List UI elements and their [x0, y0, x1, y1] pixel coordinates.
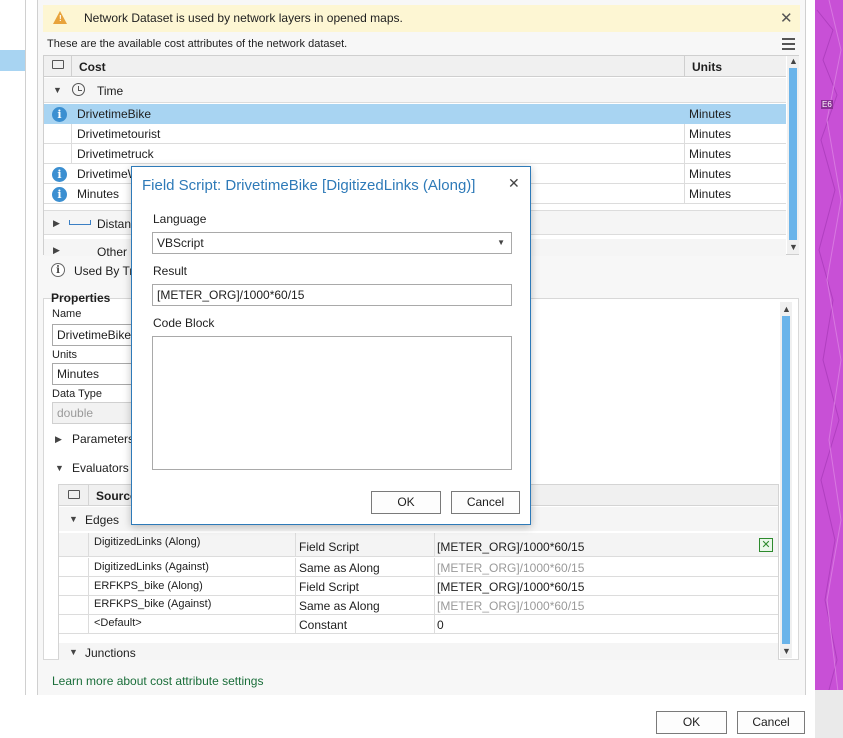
group-junctions-label: Junctions: [85, 646, 136, 660]
chevron-down-icon[interactable]: ▼: [69, 514, 78, 524]
info-icon: i: [52, 187, 67, 202]
chevron-down-icon[interactable]: ▼: [53, 85, 62, 95]
dialog-close-icon[interactable]: ✕: [508, 175, 520, 192]
datatype-field: double: [52, 402, 132, 424]
sidebar-selected-marker: [0, 50, 25, 71]
table-row[interactable]: ERFKPS_bike (Against) Same as Along [MET…: [59, 596, 778, 615]
comment-icon: [52, 60, 64, 69]
name-label: Name: [52, 308, 82, 320]
table-row[interactable]: Drivetimetruck Minutes: [44, 144, 786, 164]
properties-scrollbar[interactable]: ▲ ▼: [780, 302, 792, 658]
info-icon: i: [51, 263, 65, 277]
col-cost-header[interactable]: Cost: [79, 60, 106, 74]
table-row[interactable]: Drivetimetourist Minutes: [44, 124, 786, 144]
warning-banner: ! Network Dataset is used by network lay…: [43, 5, 800, 32]
chevron-right-icon[interactable]: ▶: [55, 434, 62, 445]
group-edges-label: Edges: [85, 513, 120, 527]
learn-more-link[interactable]: Learn more about cost attribute settings: [52, 674, 263, 688]
group-other-label: Other: [97, 245, 128, 256]
table-row[interactable]: ERFKPS_bike (Along) Field Script [METER_…: [59, 577, 778, 596]
dialog-ok-button[interactable]: OK: [371, 491, 441, 514]
close-banner-icon[interactable]: ✕: [780, 9, 793, 27]
map-view[interactable]: E6: [815, 0, 843, 738]
menu-icon[interactable]: [782, 38, 795, 50]
units-label: Units: [52, 349, 78, 361]
language-label: Language: [153, 212, 207, 226]
cancel-button[interactable]: Cancel: [737, 711, 805, 734]
chevron-down-icon[interactable]: ▼: [55, 463, 64, 473]
ok-button[interactable]: OK: [656, 711, 727, 734]
field-script-dialog: Field Script: DrivetimeBike [DigitizedLi…: [131, 166, 531, 525]
dialog-cancel-button[interactable]: Cancel: [451, 491, 520, 514]
properties-title: Properties: [51, 291, 111, 305]
group-time[interactable]: ▼ Time: [44, 78, 786, 103]
language-select[interactable]: VBScript ▼: [152, 232, 512, 254]
info-icon: i: [52, 167, 67, 182]
info-icon: i: [52, 107, 67, 122]
ruler-icon: [69, 220, 91, 225]
group-junctions[interactable]: ▼ Junctions: [59, 643, 778, 660]
col-units-header[interactable]: Units: [692, 60, 722, 74]
name-field[interactable]: DrivetimeBike: [52, 324, 132, 346]
comment-icon: [68, 490, 80, 499]
table-row[interactable]: <Default> Constant 0: [59, 615, 778, 634]
chevron-down-icon[interactable]: ▼: [69, 647, 78, 657]
edit-script-icon[interactable]: ✕: [759, 538, 773, 552]
clock-icon: [72, 83, 85, 96]
warning-text: Network Dataset is used by network layer…: [84, 11, 403, 25]
result-input[interactable]: [METER_ORG]/1000*60/15: [152, 284, 512, 306]
datatype-label: Data Type: [52, 388, 102, 400]
dialog-title: Field Script: DrivetimeBike [DigitizedLi…: [142, 177, 476, 194]
cost-table-header: Cost Units: [44, 56, 786, 77]
parameters-label[interactable]: Parameters: [72, 432, 134, 446]
chevron-right-icon[interactable]: ▶: [53, 245, 60, 256]
group-time-label: Time: [97, 84, 124, 98]
units-select[interactable]: Minutes: [52, 363, 132, 385]
codeblock-textarea[interactable]: [152, 336, 512, 470]
result-label: Result: [153, 264, 188, 278]
cost-table-scrollbar[interactable]: ▲ ▼: [787, 56, 799, 254]
left-sidebar: [0, 0, 26, 695]
dropdown-arrow-icon: ▼: [497, 238, 505, 247]
chevron-right-icon[interactable]: ▶: [53, 218, 60, 229]
codeblock-label: Code Block: [153, 316, 215, 330]
table-row[interactable]: DigitizedLinks (Along) Field Script [MET…: [59, 533, 778, 557]
table-row[interactable]: DigitizedLinks (Against) Same as Along […: [59, 558, 778, 577]
table-row[interactable]: i DrivetimeBike Minutes: [44, 104, 786, 124]
map-road-label: E6: [821, 100, 833, 109]
evaluators-label[interactable]: Evaluators: [72, 461, 129, 475]
panel-description: These are the available cost attributes …: [47, 38, 348, 50]
